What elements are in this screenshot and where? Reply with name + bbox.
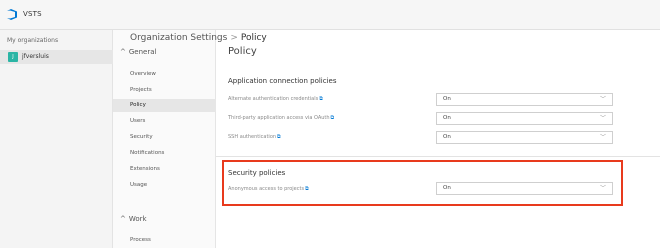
nav-group-label: Work [128,215,147,223]
policy-label-text: Third-party application access via OAuth [228,115,330,121]
organizations-panel: My organizations J jfversluis [0,30,113,248]
policy-label-alt-auth: Alternate authentication credentials⧉ [228,96,323,102]
org-item[interactable]: J jfversluis [0,50,113,64]
nav-item-projects[interactable]: Projects [113,84,216,97]
policy-label-text: SSH authentication [228,134,277,140]
vsts-logo-icon[interactable] [6,9,18,20]
external-link-icon[interactable]: ⧉ [331,115,335,121]
breadcrumb-current: Policy [240,33,267,43]
chevron-up-icon: ^ [120,215,126,223]
chevron-up-icon: ^ [120,48,126,56]
nav-item-extensions[interactable]: Extensions [113,163,216,176]
security-policies-highlight [222,160,623,206]
nav-item-overview[interactable]: Overview [113,68,216,81]
select-value: On [443,115,451,121]
nav-item-process[interactable]: Process [113,234,216,247]
oauth-select[interactable]: On ﹀ [436,112,613,125]
policy-label-oauth: Third-party application access via OAuth… [228,115,334,121]
policy-label-text: Alternate authentication credentials [228,96,319,102]
nav-group-label: General [128,48,157,56]
policy-label-ssh: SSH authentication⧉ [228,134,281,140]
org-name: jfversluis [22,53,49,60]
external-link-icon[interactable]: ⧉ [319,96,323,102]
nav-group-general[interactable]: ^ General [120,48,156,56]
section-title-application-connection: Application connection policies [228,77,337,85]
chevron-down-icon: ﹀ [599,96,606,103]
nav-group-work[interactable]: ^ Work [120,215,147,223]
org-avatar: J [8,52,18,62]
section-divider [216,156,660,157]
chevron-down-icon: ﹀ [599,134,606,141]
page-title: Policy [228,46,257,57]
nav-item-security[interactable]: Security [113,131,216,144]
breadcrumb-separator: > [230,33,238,43]
chevron-down-icon: ﹀ [599,115,606,122]
top-bar: VSTS [0,0,660,30]
ssh-select[interactable]: On ﹀ [436,131,613,144]
breadcrumb-parent[interactable]: Organization Settings [130,33,227,43]
breadcrumb: Organization Settings > Policy [130,33,267,43]
nav-item-policy[interactable]: Policy [113,99,216,112]
nav-item-notifications[interactable]: Notifications [113,147,216,160]
organizations-heading: My organizations [7,37,59,44]
nav-item-users[interactable]: Users [113,115,216,128]
alt-auth-select[interactable]: On ﹀ [436,93,613,106]
external-link-icon[interactable]: ⧉ [277,134,281,140]
select-value: On [443,134,451,140]
nav-item-usage[interactable]: Usage [113,179,216,192]
app-name: VSTS [23,10,42,18]
select-value: On [443,96,451,102]
